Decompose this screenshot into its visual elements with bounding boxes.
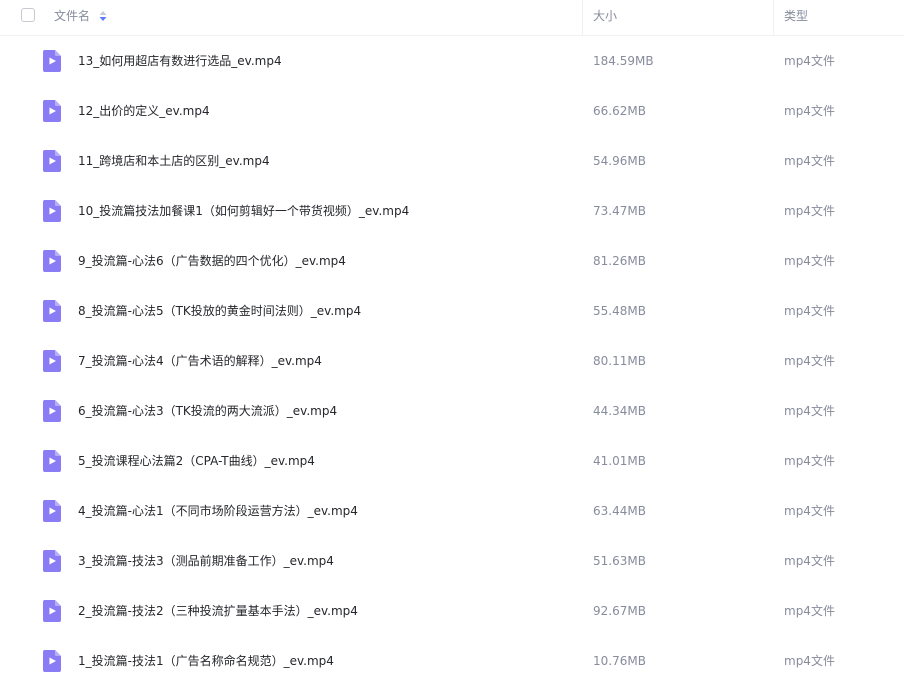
file-row[interactable]: 4_投流篇-心法1（不同市场阶段运营方法）_ev.mp4 63.44MB mp4文件 xyxy=(0,486,904,536)
file-type: mp4文件 xyxy=(784,54,835,68)
video-file-icon xyxy=(43,400,61,422)
video-file-icon xyxy=(43,100,61,122)
file-name[interactable]: 6_投流篇-心法3（TK投流的两大流派）_ev.mp4 xyxy=(78,386,337,436)
file-row[interactable]: 7_投流篇-心法4（广告术语的解释）_ev.mp4 80.11MB mp4文件 xyxy=(0,336,904,386)
file-type: mp4文件 xyxy=(784,404,835,418)
video-file-icon xyxy=(43,350,61,372)
file-name[interactable]: 8_投流篇-心法5（TK投放的黄金时间法则）_ev.mp4 xyxy=(78,286,361,336)
video-file-icon xyxy=(43,200,61,222)
file-name[interactable]: 10_投流篇技法加餐课1（如何剪辑好一个带货视频）_ev.mp4 xyxy=(78,186,409,236)
file-list-table: 文件名 大小 类型 13_如何用超店有数进行选品_ev.mp4 184.59MB m… xyxy=(0,0,904,684)
file-size: 66.62MB xyxy=(593,104,646,118)
file-type: mp4文件 xyxy=(784,604,835,618)
video-file-icon xyxy=(43,550,61,572)
file-name[interactable]: 7_投流篇-心法4（广告术语的解释）_ev.mp4 xyxy=(78,336,322,386)
file-name[interactable]: 5_投流课程心法篇2（CPA-T曲线）_ev.mp4 xyxy=(78,436,315,486)
table-header: 文件名 大小 类型 xyxy=(0,0,904,36)
file-size: 10.76MB xyxy=(593,654,646,668)
file-size: 81.26MB xyxy=(593,254,646,268)
file-type: mp4文件 xyxy=(784,454,835,468)
file-size: 184.59MB xyxy=(593,54,654,68)
file-size: 73.47MB xyxy=(593,204,646,218)
file-row[interactable]: 8_投流篇-心法5（TK投放的黄金时间法则）_ev.mp4 55.48MB mp4文… xyxy=(0,286,904,336)
file-size: 41.01MB xyxy=(593,454,646,468)
column-divider[interactable] xyxy=(773,0,774,36)
file-size: 92.67MB xyxy=(593,604,646,618)
file-size: 54.96MB xyxy=(593,154,646,168)
column-divider[interactable] xyxy=(582,0,583,36)
file-type: mp4文件 xyxy=(784,504,835,518)
file-size: 80.11MB xyxy=(593,354,646,368)
file-name[interactable]: 11_跨境店和本土店的区别_ev.mp4 xyxy=(78,136,270,186)
file-size: 63.44MB xyxy=(593,504,646,518)
file-row[interactable]: 10_投流篇技法加餐课1（如何剪辑好一个带货视频）_ev.mp4 73.47MB m… xyxy=(0,186,904,236)
file-row[interactable]: 2_投流篇-技法2（三种投流扩量基本手法）_ev.mp4 92.67MB mp4文件 xyxy=(0,586,904,636)
file-type: mp4文件 xyxy=(784,254,835,268)
file-row[interactable]: 9_投流篇-心法6（广告数据的四个优化）_ev.mp4 81.26MB mp4文件 xyxy=(0,236,904,286)
file-type: mp4文件 xyxy=(784,104,835,118)
file-type: mp4文件 xyxy=(784,554,835,568)
file-name[interactable]: 3_投流篇-技法3（测品前期准备工作）_ev.mp4 xyxy=(78,536,334,586)
file-row[interactable]: 13_如何用超店有数进行选品_ev.mp4 184.59MB mp4文件 xyxy=(0,36,904,86)
column-header-size[interactable]: 大小 xyxy=(593,0,617,36)
file-name[interactable]: 4_投流篇-心法1（不同市场阶段运营方法）_ev.mp4 xyxy=(78,486,358,536)
file-name[interactable]: 2_投流篇-技法2（三种投流扩量基本手法）_ev.mp4 xyxy=(78,586,358,636)
column-header-name[interactable]: 文件名 xyxy=(54,0,90,36)
video-file-icon xyxy=(43,250,61,272)
file-type: mp4文件 xyxy=(784,654,835,668)
column-header-type[interactable]: 类型 xyxy=(784,0,808,36)
file-name[interactable]: 12_出价的定义_ev.mp4 xyxy=(78,86,210,136)
sort-icon[interactable] xyxy=(98,9,108,23)
file-rows: 13_如何用超店有数进行选品_ev.mp4 184.59MB mp4文件 12_出价的… xyxy=(0,36,904,684)
file-row[interactable]: 3_投流篇-技法3（测品前期准备工作）_ev.mp4 51.63MB mp4文件 xyxy=(0,536,904,586)
file-row[interactable]: 6_投流篇-心法3（TK投流的两大流派）_ev.mp4 44.34MB mp4文件 xyxy=(0,386,904,436)
file-row[interactable]: 11_跨境店和本土店的区别_ev.mp4 54.96MB mp4文件 xyxy=(0,136,904,186)
video-file-icon xyxy=(43,50,61,72)
video-file-icon xyxy=(43,150,61,172)
file-size: 55.48MB xyxy=(593,304,646,318)
file-name[interactable]: 9_投流篇-心法6（广告数据的四个优化）_ev.mp4 xyxy=(78,236,346,286)
video-file-icon xyxy=(43,500,61,522)
file-type: mp4文件 xyxy=(784,204,835,218)
file-type: mp4文件 xyxy=(784,354,835,368)
file-size: 44.34MB xyxy=(593,404,646,418)
file-name[interactable]: 1_投流篇-技法1（广告名称命名规范）_ev.mp4 xyxy=(78,636,334,684)
file-type: mp4文件 xyxy=(784,304,835,318)
file-size: 51.63MB xyxy=(593,554,646,568)
select-all-checkbox[interactable] xyxy=(21,8,35,22)
file-row[interactable]: 12_出价的定义_ev.mp4 66.62MB mp4文件 xyxy=(0,86,904,136)
video-file-icon xyxy=(43,450,61,472)
file-row[interactable]: 5_投流课程心法篇2（CPA-T曲线）_ev.mp4 41.01MB mp4文件 xyxy=(0,436,904,486)
file-type: mp4文件 xyxy=(784,154,835,168)
video-file-icon xyxy=(43,300,61,322)
file-row[interactable]: 1_投流篇-技法1（广告名称命名规范）_ev.mp4 10.76MB mp4文件 xyxy=(0,636,904,684)
video-file-icon xyxy=(43,650,61,672)
file-name[interactable]: 13_如何用超店有数进行选品_ev.mp4 xyxy=(78,36,282,86)
video-file-icon xyxy=(43,600,61,622)
